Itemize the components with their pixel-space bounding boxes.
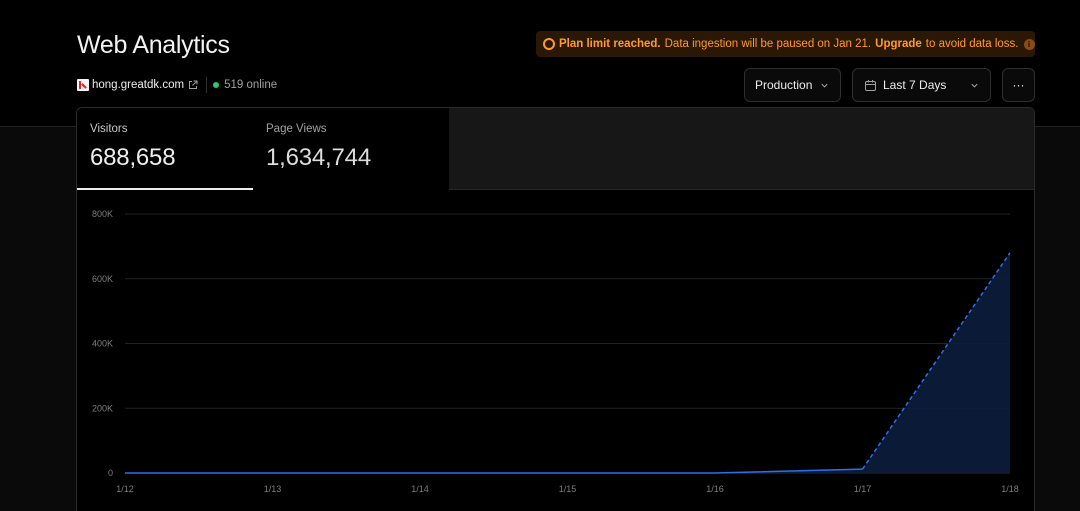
date-range-select[interactable]: Last 7 Days — [852, 68, 991, 102]
online-count: 519 online — [224, 79, 278, 91]
site-link[interactable]: hong.greatdk.com — [92, 79, 184, 91]
tab-value: 688,658 — [90, 144, 176, 171]
banner-tail-text: to avoid data loss. — [925, 38, 1019, 50]
plan-limit-banner: Plan limit reached. Data ingestion will … — [536, 31, 1035, 57]
info-icon[interactable]: i — [1023, 38, 1035, 50]
online-status-dot-icon — [213, 82, 220, 88]
warning-circle-icon — [543, 38, 555, 50]
tab-label: Visitors — [90, 123, 128, 135]
site-row: hong.greatdk.com 519 online — [77, 77, 277, 93]
external-link-icon[interactable] — [188, 80, 198, 90]
tab-label: Page Views — [266, 123, 327, 135]
banner-strong-text: Plan limit reached. — [559, 38, 661, 50]
environment-select[interactable]: Production — [744, 68, 841, 102]
upgrade-link[interactable]: Upgrade — [875, 38, 922, 50]
more-options-button[interactable]: ··· — [1002, 68, 1035, 102]
analytics-card: Visitors 688,658 Page Views 1,634,744 — [76, 107, 1035, 511]
metric-tabs: Visitors 688,658 Page Views 1,634,744 — [77, 108, 1034, 190]
page-title: Web Analytics — [77, 31, 230, 59]
date-range-label: Last 7 Days — [883, 78, 947, 92]
divider — [206, 77, 208, 93]
chevron-down-icon — [821, 83, 828, 88]
site-favicon-icon — [77, 79, 89, 91]
chevron-down-icon — [971, 83, 978, 88]
tab-visitors[interactable]: Visitors 688,658 — [77, 108, 253, 190]
ellipsis-icon: ··· — [1012, 78, 1025, 92]
calendar-icon — [865, 79, 876, 91]
tab-value: 1,634,744 — [266, 144, 371, 171]
tab-page-views[interactable]: Page Views 1,634,744 — [253, 108, 449, 190]
banner-text: Data ingestion will be paused on Jan 21. — [664, 38, 872, 50]
environment-label: Production — [755, 78, 813, 92]
